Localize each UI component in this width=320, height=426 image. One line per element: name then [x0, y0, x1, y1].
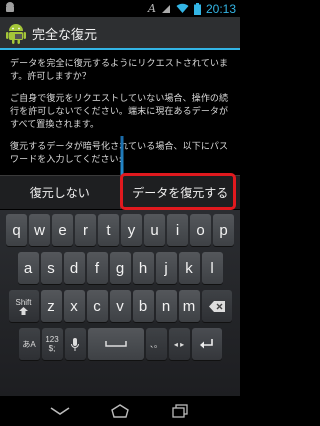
- key-b[interactable]: b: [132, 290, 154, 322]
- recent-apps-icon[interactable]: [169, 404, 191, 418]
- key-y[interactable]: y: [121, 214, 142, 246]
- key-a[interactable]: a: [17, 252, 39, 284]
- home-icon[interactable]: [109, 404, 131, 418]
- symbols-key[interactable]: 123 $;: [41, 328, 63, 360]
- enter-icon: [199, 338, 213, 348]
- android-robot-icon: [6, 24, 26, 44]
- deny-restore-button[interactable]: 復元しない: [0, 176, 121, 209]
- key-o[interactable]: o: [190, 214, 211, 246]
- key-z[interactable]: z: [40, 290, 62, 322]
- shift-key[interactable]: Shift: [8, 290, 39, 322]
- backspace-key[interactable]: [201, 290, 232, 322]
- key-n[interactable]: n: [155, 290, 177, 322]
- key-i[interactable]: i: [167, 214, 188, 246]
- key-l[interactable]: l: [201, 252, 223, 284]
- microphone-icon: [71, 337, 79, 351]
- battery-icon: [193, 2, 201, 15]
- back-icon[interactable]: [49, 404, 71, 418]
- key-j[interactable]: j: [155, 252, 177, 284]
- key-x[interactable]: x: [63, 290, 85, 322]
- key-q[interactable]: q: [6, 214, 27, 246]
- keyboard-row-1: q w e r t y u i o p: [0, 214, 240, 248]
- shift-arrow-icon: [19, 306, 28, 315]
- key-v[interactable]: v: [109, 290, 131, 322]
- message-paragraph: ご自身で復元をリクエストしていない場合、操作の続行を許可しないでください。端末に…: [10, 94, 229, 130]
- key-m[interactable]: m: [178, 290, 200, 322]
- dialog-title-bar: 完全な復元: [0, 17, 240, 49]
- keyboard-row-2: a s d f g h j k l: [0, 252, 240, 286]
- status-bar: A 20:13: [0, 0, 240, 17]
- language-switch-key[interactable]: あA: [18, 328, 40, 360]
- status-time: 20:13: [205, 1, 236, 16]
- keyboard-row-3: Shift z x c v b n m: [0, 290, 240, 324]
- key-c[interactable]: c: [86, 290, 108, 322]
- signal-icon: [161, 5, 170, 13]
- key-k[interactable]: k: [178, 252, 200, 284]
- soft-keyboard: q w e r t y u i o p a s d f g h j k l Sh…: [0, 210, 240, 396]
- backspace-icon: [208, 300, 225, 312]
- keyboard-row-4: あA 123 $; 、。 ◂ ▸: [0, 328, 240, 362]
- android-debug-icon: [6, 2, 14, 12]
- key-t[interactable]: t: [98, 214, 119, 246]
- key-w[interactable]: w: [29, 214, 50, 246]
- key-e[interactable]: e: [52, 214, 73, 246]
- restore-data-button[interactable]: データを復元する: [121, 176, 241, 209]
- key-g[interactable]: g: [109, 252, 131, 284]
- key-u[interactable]: u: [144, 214, 165, 246]
- key-h[interactable]: h: [132, 252, 154, 284]
- wifi-icon: [176, 3, 189, 13]
- dialog-button-bar: 復元しない データを復元する: [0, 175, 240, 209]
- shift-label: Shift: [15, 297, 32, 307]
- space-key[interactable]: [87, 328, 144, 360]
- enter-key[interactable]: [191, 328, 222, 360]
- voice-input-key[interactable]: [64, 328, 86, 360]
- a-font-icon: A: [148, 2, 156, 15]
- message-paragraph: データを完全に復元するようにリクエストされています。許可しますか？: [10, 59, 229, 82]
- punctuation-key[interactable]: 、。: [145, 328, 167, 360]
- cursor-key[interactable]: ◂ ▸: [168, 328, 190, 360]
- key-r[interactable]: r: [75, 214, 96, 246]
- space-bar-icon: [104, 341, 127, 347]
- key-d[interactable]: d: [63, 252, 85, 284]
- key-s[interactable]: s: [40, 252, 62, 284]
- key-p[interactable]: p: [213, 214, 234, 246]
- dialog-title: 完全な復元: [32, 27, 98, 43]
- navigation-bar: [0, 396, 240, 426]
- key-f[interactable]: f: [86, 252, 108, 284]
